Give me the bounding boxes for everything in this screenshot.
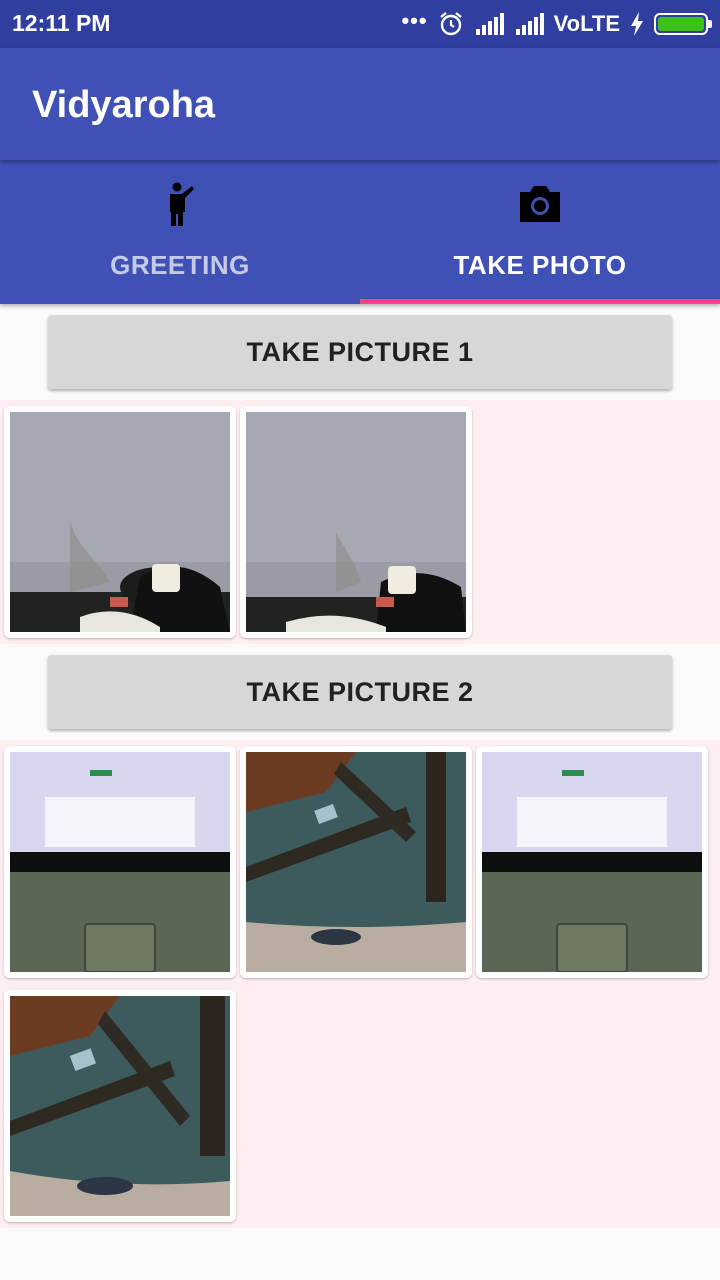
- tab-take-photo-label: TAKE PHOTO: [453, 250, 627, 280]
- section-1-header: TAKE PICTURE 1: [0, 304, 720, 400]
- app-bar: Vidyaroha: [0, 48, 720, 160]
- photo-grid-2: [0, 740, 720, 1228]
- signal-icon: [475, 13, 504, 35]
- photo-grid-1: [0, 400, 720, 644]
- photo-wall-cup-image: [246, 412, 466, 632]
- photo-laptop-image: [10, 752, 230, 972]
- photo-thumbnail[interactable]: [4, 990, 236, 1222]
- section-2-header: TAKE PICTURE 2: [0, 644, 720, 740]
- charging-icon: [631, 12, 643, 36]
- tab-greeting-label: GREETING: [110, 250, 250, 280]
- photo-thumbnail[interactable]: [240, 746, 472, 978]
- battery-icon: [654, 13, 712, 35]
- status-bar: 12:11 PM ••• VoLTE: [0, 0, 720, 48]
- photo-table-floor-image: [10, 996, 230, 1216]
- take-picture-2-button[interactable]: TAKE PICTURE 2: [48, 655, 672, 729]
- signal-icon: [515, 13, 544, 35]
- photo-thumbnail[interactable]: [4, 746, 236, 978]
- tab-indicator: [360, 299, 720, 304]
- photo-table-floor-image: [246, 752, 466, 972]
- photo-wall-cup-image: [10, 412, 230, 632]
- content: TAKE PICTURE 1 TAKE PICTURE 2: [0, 304, 720, 1280]
- tab-take-photo[interactable]: TAKE PHOTO: [360, 160, 720, 304]
- app-title: Vidyaroha: [32, 84, 216, 126]
- tab-bar: GREETING TAKE PHOTO: [0, 160, 720, 304]
- tab-greeting[interactable]: GREETING: [0, 160, 360, 304]
- status-time: 12:11 PM: [12, 10, 111, 36]
- photo-thumbnail[interactable]: [4, 406, 236, 638]
- take-picture-1-button[interactable]: TAKE PICTURE 1: [48, 315, 672, 389]
- network-type: VoLTE: [553, 11, 620, 36]
- camera-icon: [520, 186, 560, 222]
- status-dots: •••: [401, 8, 428, 33]
- photo-laptop-image: [482, 752, 702, 972]
- person-waving-icon: [170, 182, 194, 226]
- photo-thumbnail[interactable]: [240, 406, 472, 638]
- status-icons: ••• VoLTE: [401, 8, 712, 40]
- photo-thumbnail[interactable]: [476, 746, 708, 978]
- battery-level: [658, 17, 704, 31]
- alarm-icon: [439, 12, 462, 36]
